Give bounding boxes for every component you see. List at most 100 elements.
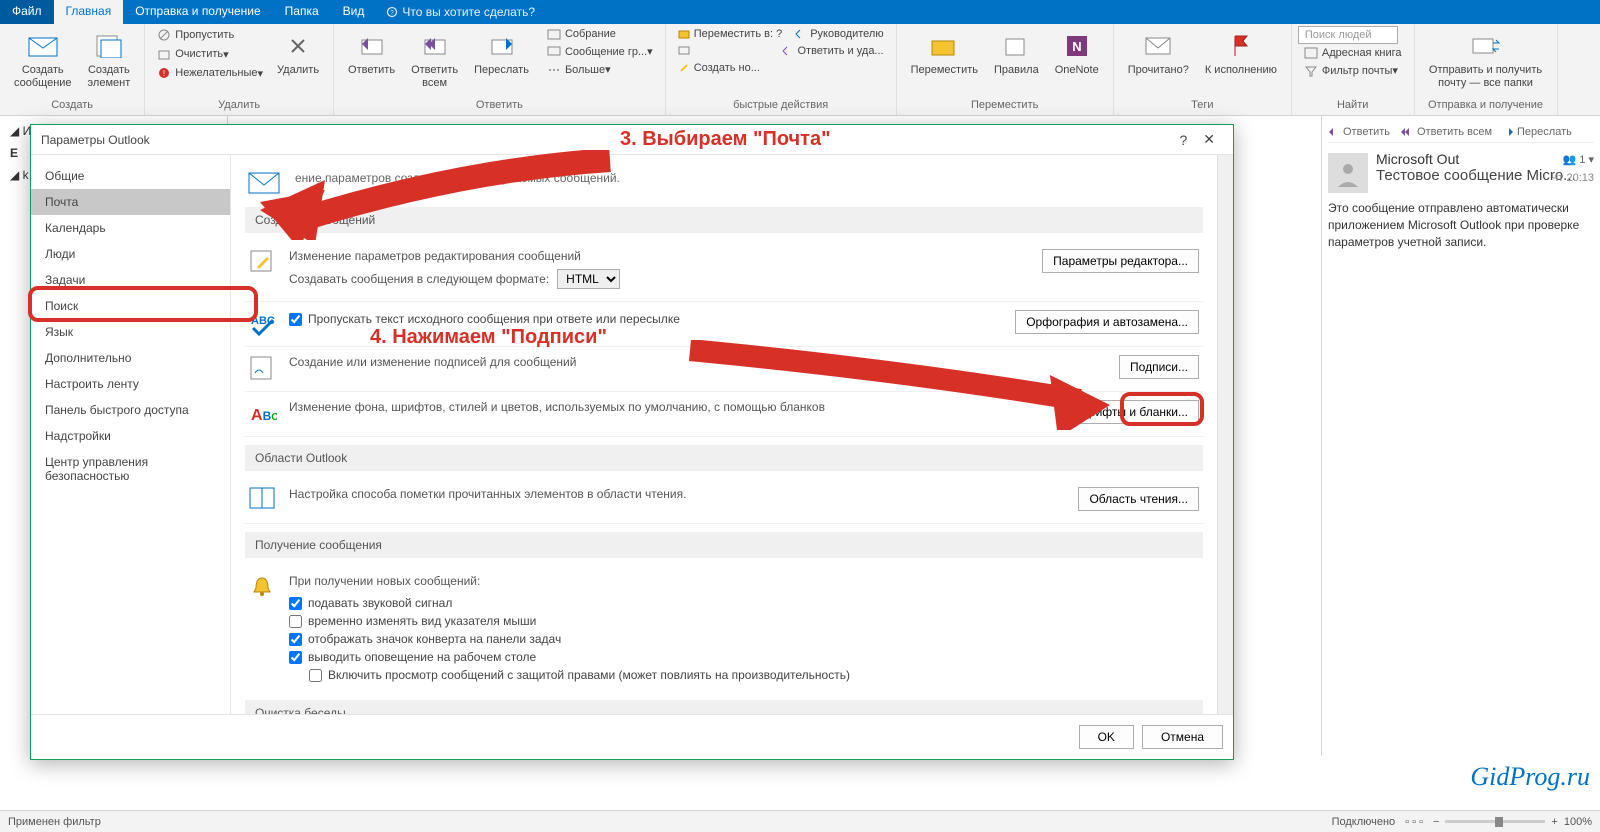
preview-reply[interactable]: Ответить (1328, 126, 1390, 138)
group-label-create: Создать (6, 97, 138, 113)
reply-all-button[interactable]: Ответить всем (403, 26, 466, 94)
reply-button[interactable]: Ответить (340, 26, 403, 81)
options-content: ение параметров создаваемых и получаемых… (231, 155, 1217, 714)
svg-text:ABC: ABC (251, 407, 277, 424)
cursor-checkbox[interactable] (289, 615, 302, 628)
skip-original-checkbox[interactable] (289, 313, 302, 326)
editor-options-button[interactable]: Параметры редактора... (1042, 249, 1199, 273)
stationery-icon: ABC (249, 400, 277, 428)
format-select[interactable]: HTML (557, 269, 620, 289)
preview-forward[interactable]: Переслать (1502, 126, 1572, 138)
group-label-tags: Теги (1120, 97, 1285, 113)
cat-quick-access[interactable]: Панель быстрого доступа (31, 397, 230, 423)
ribbon: Создать сообщение Создать элемент Создат… (0, 24, 1600, 116)
group-label-delete: Удалить (151, 97, 327, 113)
ignore-button[interactable]: Пропустить (151, 26, 269, 44)
options-sidebar: Общие Почта Календарь Люди Задачи Поиск … (31, 155, 231, 714)
svg-text:?: ? (390, 9, 394, 16)
group-label-find: Найти (1298, 97, 1408, 113)
group-label-respond: Ответить (340, 97, 659, 113)
bell-icon (249, 574, 277, 602)
filter-mail-button[interactable]: Фильтр почты ▾ (1298, 62, 1408, 79)
preview-body: Это сообщение отправлено автоматически п… (1328, 200, 1594, 250)
preview-sender: Microsoft Out (1376, 151, 1459, 167)
unread-button[interactable]: Прочитано? (1120, 26, 1197, 81)
ok-button[interactable]: OK (1079, 725, 1134, 749)
tab-file[interactable]: Файл (0, 0, 54, 24)
sendreceive-button[interactable]: Отправить и получить почту — все папки (1421, 26, 1551, 94)
reading-pane-button[interactable]: Область чтения... (1078, 487, 1199, 511)
cat-mail[interactable]: Почта (31, 189, 230, 215)
preview-reply-all[interactable]: Ответить всем (1400, 126, 1492, 138)
addressbook-button[interactable]: Адресная книга (1298, 45, 1408, 61)
move-button[interactable]: Переместить (903, 26, 986, 81)
tray-icon-checkbox[interactable] (289, 633, 302, 646)
new-item-button[interactable]: Создать элемент (80, 26, 139, 94)
tab-folder[interactable]: Папка (273, 0, 331, 24)
ribbon-tabs: Файл Главная Отправка и получение Папка … (0, 0, 1600, 24)
section-compose: Создание сообщений (245, 207, 1203, 233)
cat-people[interactable]: Люди (31, 241, 230, 267)
desktop-alert-checkbox[interactable] (289, 651, 302, 664)
rights-preview-checkbox[interactable] (309, 669, 322, 682)
content-scrollbar[interactable] (1217, 155, 1233, 714)
meeting-button[interactable]: Собрание (541, 26, 659, 42)
cat-language[interactable]: Язык (31, 319, 230, 345)
signatures-button[interactable]: Подписи... (1119, 355, 1199, 379)
onenote-button[interactable]: NOneNote (1047, 26, 1107, 81)
watermark: GidProg.ru (1470, 762, 1590, 792)
svg-text:N: N (1072, 39, 1081, 54)
quick-manager[interactable]: Руководителю (788, 26, 889, 42)
reading-pane: Ответить Ответить всем Переслать Microso… (1322, 116, 1600, 756)
followup-button[interactable]: К исполнению (1197, 26, 1285, 81)
junk-button[interactable]: !Нежелательные ▾ (151, 64, 269, 82)
cat-addins[interactable]: Надстройки (31, 423, 230, 449)
options-dialog: Параметры Outlook ? ✕ Общие Почта Календ… (30, 124, 1234, 760)
tell-me-search[interactable]: ? Что вы хотите сделать? (376, 0, 545, 24)
delete-button[interactable]: Удалить (269, 26, 327, 81)
reading-pane-icon (249, 487, 277, 515)
options-description: ение параметров создаваемых и получаемых… (285, 165, 620, 199)
quick-teammail[interactable] (672, 43, 776, 59)
group-label-move: Переместить (903, 97, 1107, 113)
cat-trust-center[interactable]: Центр управления безопасностью (31, 449, 230, 489)
section-arrival: Получение сообщения (245, 532, 1203, 558)
zoom-control[interactable]: −+ 100% (1433, 816, 1592, 828)
status-filter: Применен фильтр (8, 816, 101, 828)
more-respond-button[interactable]: Больше ▾ (541, 61, 659, 78)
cancel-button[interactable]: Отмена (1142, 725, 1223, 749)
section-cleanup: Очистка беседы (245, 700, 1203, 714)
group-label-quick: быстрые действия (672, 97, 890, 113)
help-button[interactable]: ? (1171, 132, 1195, 148)
status-connected: Подключено (1332, 816, 1396, 828)
cat-customize-ribbon[interactable]: Настроить ленту (31, 371, 230, 397)
cat-calendar[interactable]: Календарь (31, 215, 230, 241)
rules-button[interactable]: Правила (986, 26, 1047, 81)
cleanup-button[interactable]: Очистить ▾ (151, 45, 269, 63)
tab-view[interactable]: Вид (331, 0, 377, 24)
edit-icon (249, 249, 277, 277)
signature-icon (249, 355, 277, 383)
im-button[interactable]: Сообщение гр... ▾ (541, 43, 659, 60)
cat-advanced[interactable]: Дополнительно (31, 345, 230, 371)
quick-createnew[interactable]: Создать но... (672, 60, 787, 76)
quick-replydel[interactable]: Ответить и уда... (775, 43, 889, 59)
group-label-sendreceive: Отправка и получение (1421, 97, 1551, 113)
forward-button[interactable]: Переслать (466, 26, 537, 81)
highlight-mail-category (28, 286, 258, 322)
avatar (1328, 153, 1368, 193)
svg-text:!: ! (163, 69, 165, 78)
sound-checkbox[interactable] (289, 597, 302, 610)
close-button[interactable]: ✕ (1195, 131, 1223, 148)
spelling-button[interactable]: Орфография и автозамена... (1015, 310, 1199, 334)
cat-general[interactable]: Общие (31, 163, 230, 189)
status-bar: Применен фильтр Подключено ▫ ▫ ▫ −+ 100% (0, 810, 1600, 832)
tab-sendreceive[interactable]: Отправка и получение (123, 0, 272, 24)
tab-home[interactable]: Главная (54, 0, 124, 24)
highlight-signatures-button (1120, 392, 1204, 426)
quick-moveto[interactable]: Переместить в: ? (672, 26, 789, 42)
new-mail-button[interactable]: Создать сообщение (6, 26, 80, 94)
dialog-title: Параметры Outlook (41, 133, 150, 147)
people-search[interactable]: Поиск людей (1298, 26, 1398, 44)
mail-icon (245, 167, 285, 197)
